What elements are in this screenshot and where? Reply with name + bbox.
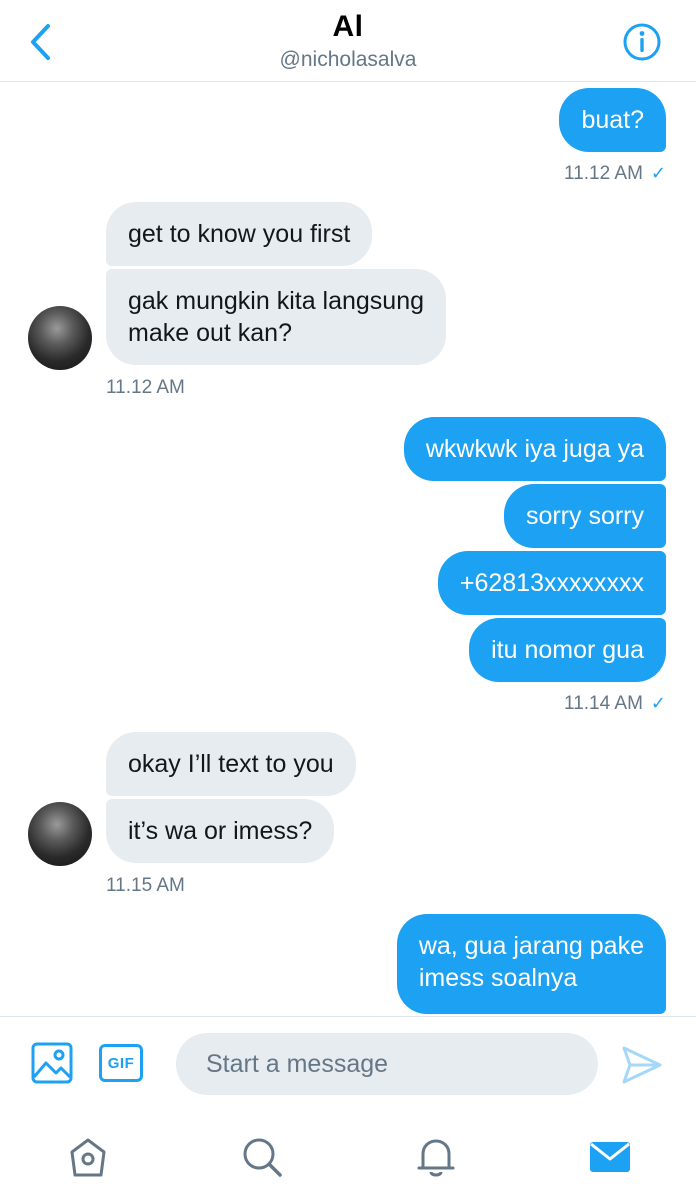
- info-button[interactable]: [622, 22, 662, 62]
- tab-home[interactable]: [63, 1132, 113, 1182]
- read-check-icon: ✓: [650, 163, 666, 183]
- message-timestamp: 11.15 AM: [106, 875, 185, 896]
- search-icon: [243, 1138, 282, 1177]
- message-text: it’s wa or imess?: [128, 817, 313, 845]
- gif-button[interactable]: GIF: [99, 1044, 143, 1082]
- message-text: wkwkwk iya juga ya: [425, 435, 644, 463]
- message-text: buat?: [581, 106, 644, 134]
- info-icon: [623, 23, 661, 61]
- timestamp-text: 11.12 AM: [564, 163, 643, 184]
- mail-icon: [590, 1142, 630, 1172]
- send-button[interactable]: [620, 1043, 664, 1087]
- message-composer: GIF: [0, 1016, 696, 1108]
- home-icon: [70, 1138, 106, 1177]
- add-media-button[interactable]: [30, 1041, 74, 1085]
- message-bubble-outgoing[interactable]: itu nomor gua: [469, 618, 666, 682]
- message-text-line: make out kan?: [128, 319, 292, 347]
- message-text: okay I’ll text to you: [128, 750, 334, 778]
- message-timestamp: 11.14 AM ✓: [564, 691, 666, 716]
- message-text: get to know you first: [128, 220, 351, 248]
- message-timestamp: 11.12 AM: [106, 377, 185, 398]
- avatar[interactable]: [28, 802, 92, 866]
- conversation-title-block[interactable]: Al @nicholasalva: [0, 10, 696, 74]
- bell-icon: [417, 1139, 455, 1177]
- message-text-line: imess soalnya: [418, 964, 578, 992]
- message-input[interactable]: [176, 1033, 598, 1095]
- message-text: sorry sorry: [525, 502, 644, 530]
- bottom-tab-bar: [0, 1108, 696, 1200]
- image-icon: [31, 1042, 73, 1084]
- message-bubble-outgoing[interactable]: wkwkwk iya juga ya: [403, 417, 666, 481]
- timestamp-text: 11.14 AM: [564, 693, 643, 714]
- tab-search[interactable]: [237, 1132, 287, 1182]
- message-text: itu nomor gua: [491, 636, 644, 664]
- message-text: +62813xxxxxxxx: [459, 569, 644, 597]
- message-bubble-outgoing[interactable]: +62813xxxxxxxx: [437, 551, 666, 615]
- message-bubble-incoming[interactable]: gak mungkin kita langsung make out kan?: [106, 269, 447, 365]
- message-bubble-outgoing[interactable]: sorry sorry: [503, 484, 666, 548]
- message-text-line: wa, gua jarang pake: [418, 932, 644, 960]
- conversation-header: Al @nicholasalva: [0, 0, 696, 82]
- tab-messages[interactable]: [585, 1132, 635, 1182]
- avatar[interactable]: [28, 306, 92, 370]
- message-list[interactable]: buat? 11.12 AM ✓ get to know you first ga…: [0, 84, 696, 1016]
- conversation-handle: @nicholasalva: [279, 48, 417, 71]
- message-bubble-incoming[interactable]: get to know you first: [106, 202, 373, 266]
- conversation-title: Al: [332, 10, 364, 43]
- message-bubble-incoming[interactable]: okay I’ll text to you: [106, 732, 356, 796]
- message-bubble-outgoing[interactable]: buat?: [559, 88, 666, 152]
- tab-notifications[interactable]: [411, 1132, 461, 1182]
- message-bubble-incoming[interactable]: it’s wa or imess?: [106, 799, 335, 863]
- send-icon: [622, 1046, 662, 1084]
- message-timestamp: 11.12 AM ✓: [564, 161, 666, 186]
- message-bubble-outgoing[interactable]: wa, gua jarang pake imess soalnya: [396, 914, 666, 1014]
- message-text-line: gak mungkin kita langsung: [128, 287, 425, 315]
- read-check-icon: ✓: [650, 693, 666, 713]
